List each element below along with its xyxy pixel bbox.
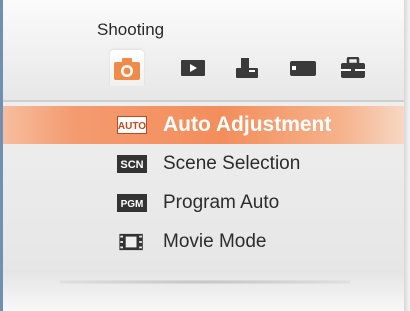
toolbox-icon [341, 57, 365, 78]
tab-setup[interactable] [336, 50, 370, 86]
print-icon [236, 58, 258, 78]
scene-mode-icon: SCN [117, 155, 147, 173]
menu-item-label: Scene Selection [163, 153, 301, 174]
film-icon [119, 233, 143, 251]
page-title: Shooting [97, 20, 165, 39]
menu-item-label: Auto Adjustment [163, 113, 332, 136]
menu-item-auto-adjustment[interactable]: AUTO Auto Adjustment [0, 106, 404, 144]
play-icon [181, 60, 205, 76]
menu-item-movie-mode[interactable]: Movie Mode [0, 223, 404, 261]
tab-memory[interactable] [286, 50, 320, 86]
menu-item-scene-selection[interactable]: SCN Scene Selection [0, 145, 404, 183]
memory-card-icon [290, 61, 316, 76]
menu-header: Shooting [0, 0, 404, 100]
program-mode-icon: PGM [117, 194, 147, 212]
svg-text:SCN: SCN [120, 159, 143, 171]
menu-item-label: Program Auto [163, 192, 280, 213]
auto-mode-icon: AUTO [117, 116, 147, 134]
camera-icon [114, 58, 140, 80]
left-border [0, 0, 3, 311]
tab-playback[interactable] [176, 50, 210, 86]
menu-footer [3, 270, 404, 311]
menu-panel: Shooting AUTO Auto Adjustment SCN Scene … [0, 0, 410, 311]
right-border [404, 0, 410, 311]
svg-text:PGM: PGM [121, 199, 144, 210]
header-divider [3, 100, 404, 102]
footer-divider [60, 280, 350, 284]
tab-shooting[interactable] [110, 50, 144, 86]
menu-item-label: Movie Mode [163, 231, 267, 252]
svg-text:AUTO: AUTO [118, 121, 146, 132]
tab-print[interactable] [230, 50, 264, 86]
menu-item-program-auto[interactable]: PGM Program Auto [0, 184, 404, 222]
